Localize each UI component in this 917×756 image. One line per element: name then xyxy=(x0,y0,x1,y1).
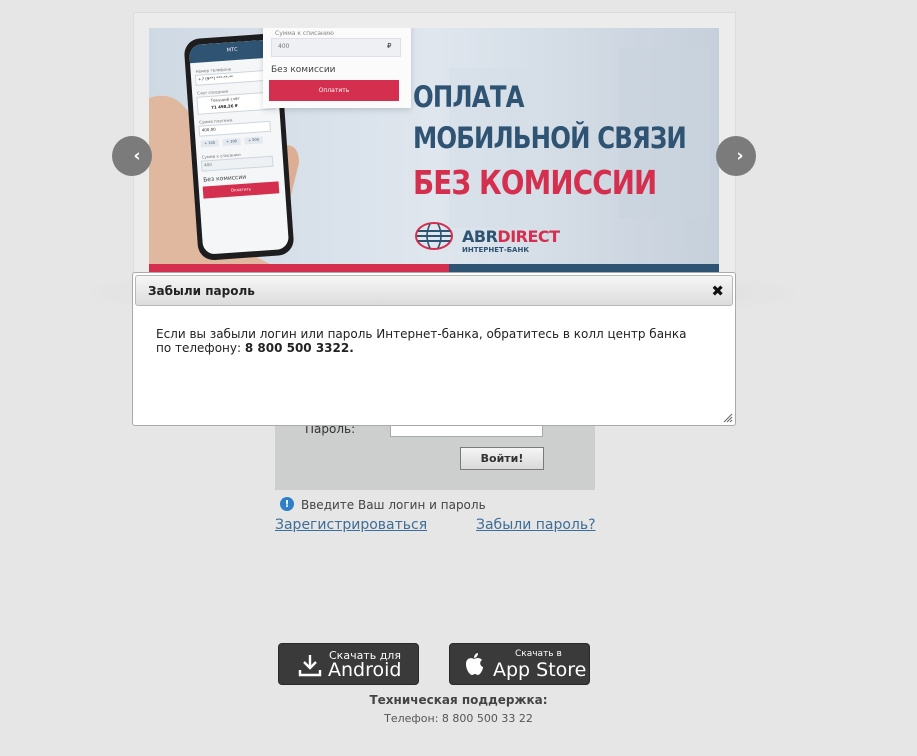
resize-grip-icon[interactable] xyxy=(723,413,733,423)
phone-pay-amount-value: 400,00 xyxy=(201,126,216,133)
dialog-title: Забыли пароль xyxy=(148,284,255,298)
card-amount-label: Сумма к списанию xyxy=(275,30,334,37)
brand-abr: ABR xyxy=(462,227,498,246)
banner-headline-line1: ОПЛАТА xyxy=(413,80,524,114)
forgot-password-dialog: Забыли пароль ✖ Если вы забыли логин или… xyxy=(132,272,736,426)
banner-headline-line3: БЕЗ КОМИССИИ xyxy=(413,163,657,202)
register-link[interactable]: Зарегистрироваться xyxy=(275,517,427,533)
carousel-prev-button[interactable]: ‹ xyxy=(112,136,152,176)
phone-debit-value: 400 xyxy=(203,161,212,168)
promo-banner[interactable]: МТС Номер телефона +7 (9**) ***-**-** Сч… xyxy=(149,28,719,274)
support-title: Техническая поддержка: xyxy=(369,693,548,707)
carousel-next-button[interactable]: › xyxy=(716,136,756,176)
card-no-fee: Без комиссии xyxy=(271,65,336,75)
support-phone: Телефон: 8 800 500 33 22 xyxy=(384,712,533,725)
close-icon[interactable]: ✖ xyxy=(711,282,724,300)
login-submit-button[interactable]: Войти! xyxy=(460,447,544,470)
dialog-message: Если вы забыли логин или пароль Интернет… xyxy=(156,327,696,355)
phone-no-fee: Без комиссии xyxy=(202,173,247,184)
forgot-password-link[interactable]: Забыли пароль? xyxy=(476,517,596,533)
dialog-message-text: Если вы забыли логин или пароль Интернет… xyxy=(156,327,687,355)
brand-wordmark: ABRDIRECT xyxy=(462,227,560,246)
ios-small-text: Скачать в xyxy=(515,649,562,659)
phone-quick-100: + 100 xyxy=(200,139,219,148)
download-icon xyxy=(298,655,322,677)
dialog-header[interactable]: Забыли пароль ✖ xyxy=(135,275,733,306)
chevron-right-icon: › xyxy=(736,146,744,166)
android-download-button[interactable]: Скачать для Android xyxy=(278,643,419,685)
android-big-text: Android xyxy=(328,659,402,681)
ios-big-text: App Store xyxy=(493,659,587,681)
card-amount-field xyxy=(271,38,401,57)
apple-icon xyxy=(466,653,483,675)
card-amount-value: 400 xyxy=(278,43,290,50)
phone-quick-500: + 500 xyxy=(244,136,263,145)
abr-logo-icon xyxy=(415,222,453,250)
phone-quick-200: + 200 xyxy=(222,137,241,147)
chevron-left-icon: ‹ xyxy=(133,146,141,166)
brand-subtitle: ИНТЕРНЕТ-БАНК xyxy=(462,246,530,254)
login-hint-text: Введите Ваш логин и пароль xyxy=(301,498,486,512)
dialog-phone-number: 8 800 500 3322. xyxy=(244,341,354,355)
banner-headline-line2: МОБИЛЬНОЙ СВЯЗИ xyxy=(413,121,687,155)
payment-card: Сумма к списанию 400 ₽ Без комиссии Опла… xyxy=(263,28,411,108)
card-currency: ₽ xyxy=(387,42,392,50)
info-icon: ! xyxy=(280,497,294,511)
appstore-download-button[interactable]: Скачать в App Store xyxy=(449,643,590,685)
card-pay-button: Оплатить xyxy=(269,80,399,101)
phone-pay-button: Оплатить xyxy=(202,181,280,199)
brand-direct: DIRECT xyxy=(497,227,560,246)
